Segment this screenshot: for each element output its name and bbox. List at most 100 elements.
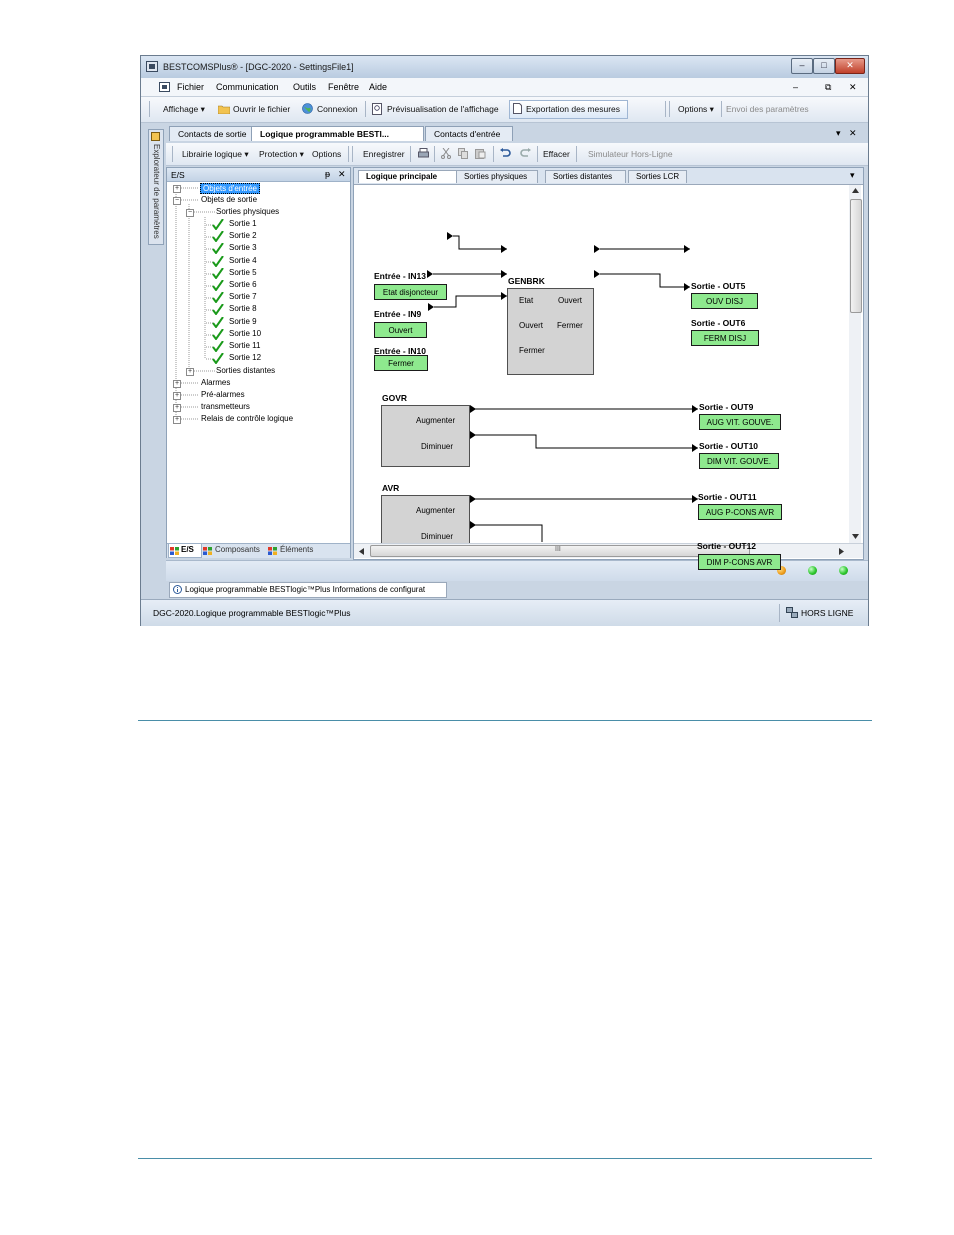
options-dropdown[interactable]: Options ▾	[678, 104, 714, 115]
canvas-hscrollbar[interactable]: III	[354, 543, 863, 558]
close-window-button[interactable]: ✕	[835, 58, 865, 74]
tree-node-transmitters[interactable]: transmetteurs	[201, 402, 250, 411]
send-settings-button[interactable]: Envoi des paramètres	[726, 104, 809, 114]
app-window: BESTCOMSPlus® - [DGC-2020 - SettingsFile…	[140, 55, 869, 626]
tab-logique-programmable[interactable]: Logique programmable BESTl...	[251, 126, 424, 141]
expand-transmitters-toggle[interactable]: +	[173, 404, 181, 412]
menu-fichier[interactable]: Fichier	[177, 82, 204, 92]
save-button[interactable]: Enregistrer	[363, 149, 405, 159]
mdi-close-button[interactable]: ✕	[849, 82, 857, 93]
tree-node-prealarms[interactable]: Pré-alarmes	[201, 390, 245, 399]
export-measurements-button[interactable]: Exportation des mesures	[526, 104, 620, 114]
tree-node-sortie[interactable]: Sortie 11	[205, 341, 275, 352]
tree-node-physical-outputs[interactable]: Sorties physiques	[216, 207, 279, 216]
panel-close-button[interactable]: ✕	[338, 169, 346, 180]
output-out12-box[interactable]: DIM P-CONS AVR	[698, 554, 781, 570]
minimize-button[interactable]: –	[791, 58, 813, 74]
offline-simulator-button[interactable]: Simulateur Hors-Ligne	[588, 149, 673, 159]
scroll-up-icon[interactable]	[852, 188, 859, 193]
expand-inputs-toggle[interactable]: +	[173, 185, 181, 193]
tree-node-alarms[interactable]: Alarmes	[201, 378, 230, 387]
paste-icon[interactable]	[475, 148, 486, 159]
undo-icon[interactable]	[500, 148, 511, 159]
expand-remote-toggle[interactable]: +	[186, 368, 194, 376]
preview-display-button[interactable]: Prévisualisation de l'affichage	[387, 104, 499, 114]
title-bar: BESTCOMSPlus® - [DGC-2020 - SettingsFile…	[141, 56, 868, 78]
genbrk-pin-etat: Etat	[519, 296, 534, 305]
output-out6-box[interactable]: FERM DISJ	[691, 330, 759, 346]
tree-node-inputs[interactable]: Objets d'entrée	[200, 183, 261, 194]
input-in13-box[interactable]: Etat disjoncteur	[374, 284, 447, 300]
tree-node-sortie[interactable]: Sortie 8	[205, 304, 275, 316]
tab-main-logic[interactable]: Logique principale	[358, 170, 458, 183]
logic-options-button[interactable]: Options	[312, 149, 341, 159]
output-out11-box[interactable]: AUG P-CONS AVR	[698, 504, 782, 520]
mdi-minimize-button[interactable]: –	[793, 82, 798, 92]
hscroll-thumb[interactable]: III	[370, 545, 750, 557]
output-out10-box[interactable]: DIM VIT. GOUVE.	[699, 453, 779, 469]
tree-node-sortie[interactable]: Sortie 9	[205, 316, 275, 328]
tree-node-sortie[interactable]: Sortie 1	[205, 219, 275, 230]
tree-node-outputs[interactable]: Objets de sortie	[201, 195, 257, 204]
genbrk-pin-ouvert-in: Ouvert	[519, 321, 544, 330]
pin-icon[interactable]: ᵽ	[325, 169, 330, 179]
tab-remote-outputs[interactable]: Sorties distantes	[545, 170, 626, 183]
info-tab[interactable]: Logique programmable BESTlogic™Plus Info…	[169, 582, 447, 598]
redo-icon[interactable]	[520, 148, 531, 159]
collapse-outputs-toggle[interactable]: −	[173, 197, 181, 205]
affichage-dropdown[interactable]: Affichage ▾	[163, 104, 205, 115]
tab-composants[interactable]: Composants	[215, 544, 260, 556]
tab-close-button[interactable]: ✕	[849, 128, 857, 139]
tab-contacts-entree[interactable]: Contacts d'entrée	[425, 126, 513, 141]
maximize-button[interactable]: □	[813, 58, 835, 74]
tree-node-sortie[interactable]: Sortie 6	[205, 280, 275, 291]
tree-node-sortie[interactable]: Sortie 4	[205, 255, 275, 267]
scroll-right-icon[interactable]	[839, 548, 844, 555]
input-in9-box[interactable]: Ouvert	[374, 322, 427, 338]
menu-outils[interactable]: Outils	[293, 82, 316, 92]
output-out9-box[interactable]: AUG VIT. GOUVE.	[699, 414, 781, 430]
scroll-left-icon[interactable]	[359, 548, 364, 555]
canvas-tab-menu[interactable]: ▾	[850, 170, 855, 181]
main-toolbar: Affichage ▾ Ouvrir le fichier Connexion …	[141, 97, 868, 123]
logic-library-dropdown[interactable]: Librairie logique ▾	[182, 149, 249, 160]
tab-lcr-outputs[interactable]: Sorties LCR	[628, 170, 687, 183]
tab-physical-outputs[interactable]: Sorties physiques	[456, 170, 538, 183]
settings-explorer-sidetab[interactable]: Explorateur de paramètres	[148, 129, 164, 245]
print-icon[interactable]	[418, 148, 429, 159]
page-rule-top	[138, 720, 872, 721]
open-file-button[interactable]: Ouvrir le fichier	[233, 104, 290, 114]
protection-dropdown[interactable]: Protection ▾	[259, 149, 304, 160]
copy-icon[interactable]	[458, 148, 469, 159]
mdi-restore-button[interactable]: ⧉	[825, 82, 831, 93]
tree-node-remote-outputs[interactable]: Sorties distantes	[216, 366, 275, 375]
tree-node-sortie[interactable]: Sortie 5	[205, 267, 275, 279]
clear-button[interactable]: Effacer	[543, 149, 570, 159]
cut-icon[interactable]	[441, 148, 451, 159]
connect-button[interactable]: Connexion	[317, 104, 358, 114]
tree-node-logic-relays[interactable]: Relais de contrôle logique	[201, 414, 293, 423]
tree-node-sortie[interactable]: Sortie 3	[205, 243, 275, 255]
menu-fenetre[interactable]: Fenêtre	[328, 82, 359, 92]
tree-node-sortie[interactable]: Sortie 2	[205, 231, 275, 243]
tab-elements[interactable]: Éléments	[280, 544, 313, 556]
expand-alarms-toggle[interactable]: +	[173, 380, 181, 388]
collapse-physical-toggle[interactable]: −	[186, 209, 194, 217]
scroll-down-icon[interactable]	[852, 534, 859, 539]
expand-relays-toggle[interactable]: +	[173, 416, 181, 424]
genbrk-pin-fermer-in: Fermer	[519, 346, 545, 355]
menu-communication[interactable]: Communication	[216, 82, 279, 92]
govr-block[interactable]	[381, 405, 470, 467]
vscroll-thumb[interactable]	[850, 199, 862, 313]
expand-prealarms-toggle[interactable]: +	[173, 392, 181, 400]
tree-node-sortie[interactable]: Sortie 12	[205, 353, 275, 365]
menu-aide[interactable]: Aide	[369, 82, 387, 92]
tab-list-dropdown[interactable]: ▾	[836, 128, 841, 139]
status-context: DGC-2020.Logique programmable BESTlogic™…	[153, 608, 351, 618]
input-in10-box[interactable]: Fermer	[374, 355, 428, 371]
canvas-vscrollbar[interactable]	[849, 185, 862, 543]
tree-node-sortie[interactable]: Sortie 10	[205, 328, 275, 340]
tree-node-sortie[interactable]: Sortie 7	[205, 292, 275, 304]
tab-es[interactable]: E/S	[181, 544, 194, 556]
output-out5-box[interactable]: OUV DISJ	[691, 293, 758, 309]
